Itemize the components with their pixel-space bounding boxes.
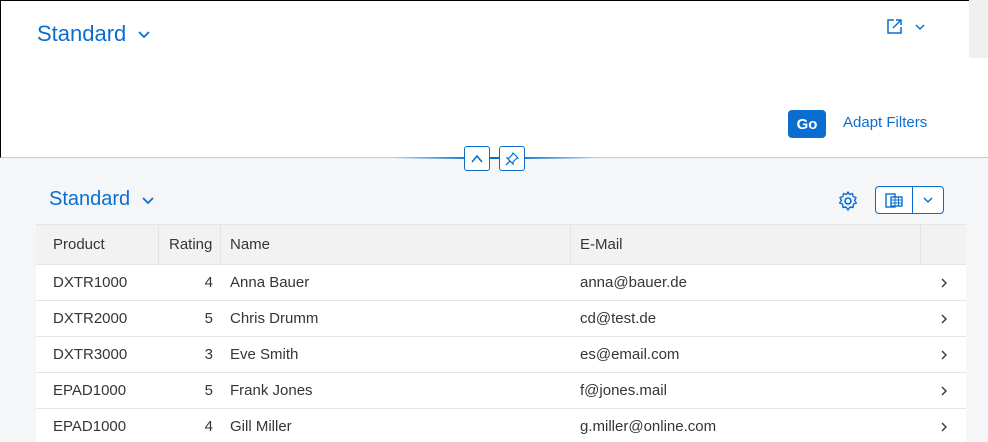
table-row[interactable]: DXTR3000 3 Eve Smith es@email.com — [36, 337, 966, 373]
row-navigation[interactable] — [921, 301, 966, 336]
chevron-down-icon — [915, 23, 925, 30]
header-divider — [395, 157, 595, 159]
table-row[interactable]: EPAD1000 5 Frank Jones f@jones.mail — [36, 373, 966, 409]
column-header-name[interactable]: Name — [221, 225, 571, 264]
share-menu-button[interactable] — [885, 17, 926, 36]
cell-name: Eve Smith — [230, 346, 299, 363]
row-navigation[interactable] — [921, 373, 966, 408]
cell-name: Gill Miller — [230, 418, 292, 435]
table-title: Standard — [49, 188, 131, 210]
column-header-product[interactable]: Product — [36, 225, 159, 264]
chevron-right-icon — [941, 386, 947, 395]
table-variant-management[interactable]: Standard — [49, 188, 156, 211]
cell-rating: 4 — [204, 418, 213, 435]
cell-rating: 3 — [204, 346, 213, 363]
chevron-right-icon — [941, 314, 947, 323]
export-button[interactable] — [876, 187, 913, 213]
cell-product: DXTR1000 — [53, 274, 128, 291]
chevron-down-icon — [138, 31, 150, 39]
table-header-row: Product Rating Name E-Mail — [36, 224, 966, 265]
cell-name: Chris Drumm — [230, 310, 319, 327]
column-header-rating[interactable]: Rating — [159, 225, 221, 264]
cell-rating: 5 — [204, 310, 213, 327]
chevron-down-icon — [923, 197, 933, 204]
variant-title: Standard — [37, 21, 127, 46]
table-row[interactable]: EPAD1000 4 Gill Miller g.miller@online.c… — [36, 409, 966, 442]
cell-email: es@email.com — [580, 346, 680, 363]
row-navigation[interactable] — [921, 409, 966, 442]
chevron-up-icon — [471, 154, 483, 163]
collapse-header-button[interactable] — [464, 146, 490, 171]
pin-icon — [505, 151, 519, 165]
gear-icon[interactable] — [837, 190, 859, 212]
cell-rating: 4 — [204, 274, 213, 291]
cell-rating: 5 — [204, 382, 213, 399]
cell-name: Anna Bauer — [230, 274, 310, 291]
cell-product: EPAD1000 — [53, 418, 127, 435]
chevron-right-icon — [941, 422, 947, 431]
column-header-navigation — [921, 225, 966, 264]
table-row[interactable]: DXTR1000 4 Anna Bauer anna@bauer.de — [36, 265, 966, 301]
filter-bar-header: Standard Go Adapt Filters — [0, 0, 988, 158]
cell-email: g.miller@online.com — [580, 418, 717, 435]
column-header-email[interactable]: E-Mail — [571, 225, 921, 264]
export-spreadsheet-icon — [885, 193, 903, 208]
chevron-right-icon — [941, 278, 947, 287]
variant-management[interactable]: Standard — [37, 21, 152, 47]
export-menu-button[interactable] — [913, 187, 943, 213]
pin-header-button[interactable] — [499, 146, 525, 171]
chevron-down-icon — [142, 196, 154, 204]
cell-product: DXTR3000 — [53, 346, 128, 363]
share-icon — [887, 19, 902, 34]
cell-email: f@jones.mail — [580, 382, 667, 399]
cell-email: anna@bauer.de — [580, 274, 687, 291]
go-button[interactable]: Go — [788, 110, 826, 138]
chevron-right-icon — [941, 350, 947, 359]
adapt-filters-button[interactable]: Adapt Filters — [843, 114, 927, 131]
cell-email: cd@test.de — [580, 310, 657, 327]
products-table: Product Rating Name E-Mail DXTR1000 4 An… — [36, 224, 966, 442]
cell-product: EPAD1000 — [53, 382, 127, 399]
cell-name: Frank Jones — [230, 382, 313, 399]
row-navigation[interactable] — [921, 337, 966, 372]
scrollbar[interactable] — [969, 0, 988, 58]
export-button-group — [875, 186, 944, 214]
cell-product: DXTR2000 — [53, 310, 128, 327]
table-row[interactable]: DXTR2000 5 Chris Drumm cd@test.de — [36, 301, 966, 337]
row-navigation[interactable] — [921, 265, 966, 300]
